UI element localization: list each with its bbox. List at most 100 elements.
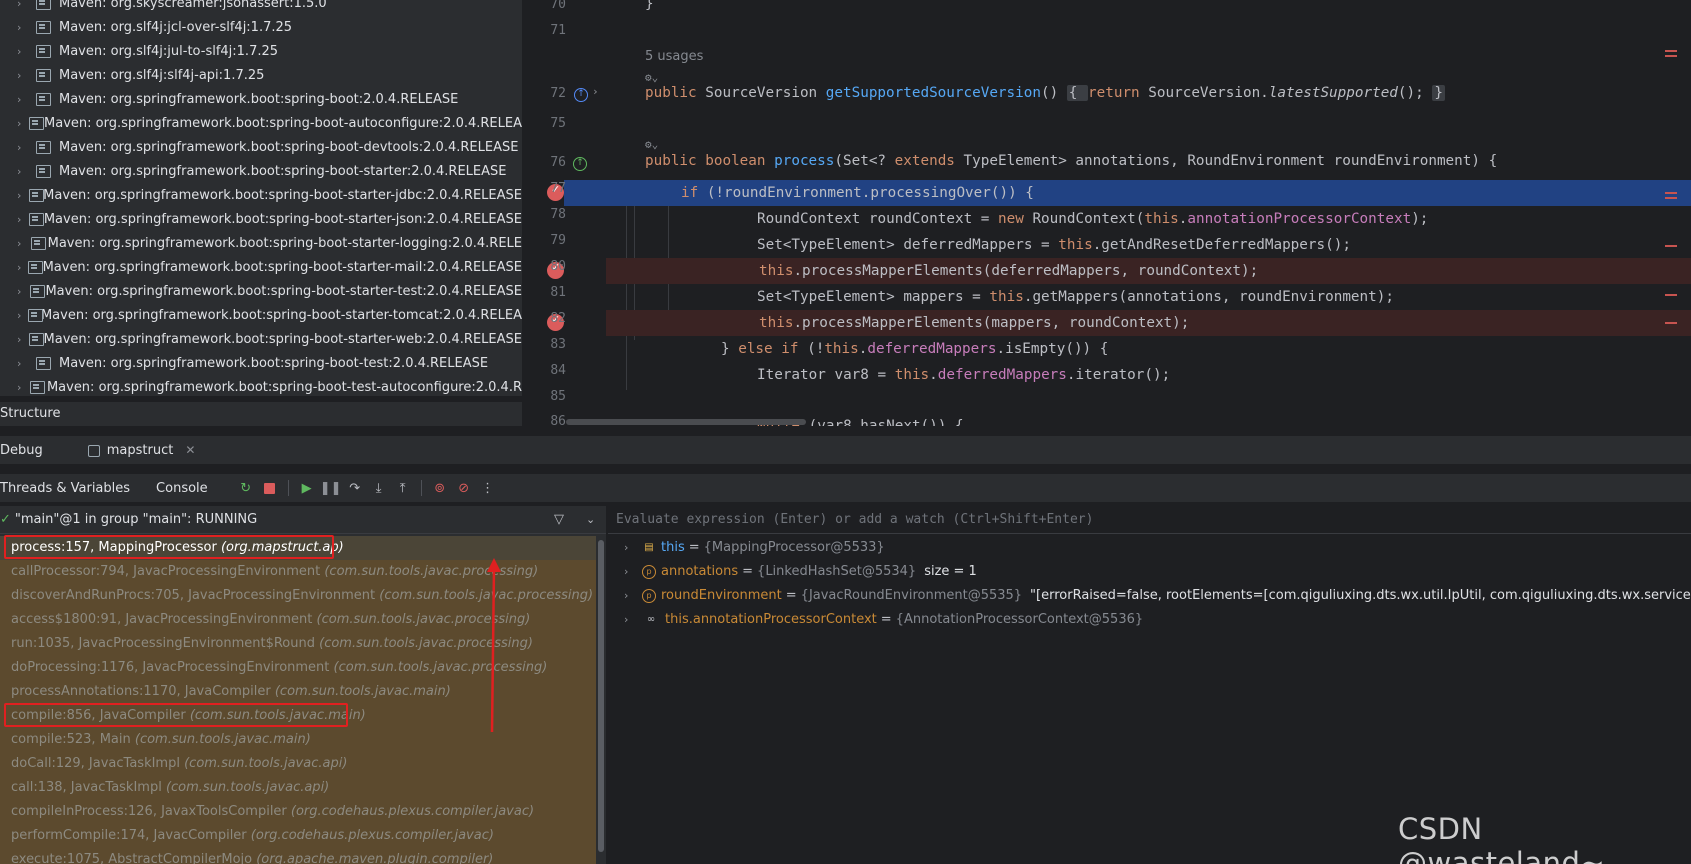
chevron-right-icon[interactable]: › [624,536,638,560]
chevron-right-icon[interactable]: › [17,381,25,394]
structure-panel-header[interactable]: Structure [0,402,522,426]
tree-item-library[interactable]: › Maven: org.springframework.boot:spring-… [0,303,522,327]
tree-item-library[interactable]: › Maven: org.springframework.boot:spring-… [0,351,522,375]
tree-item-library[interactable]: › Maven: org.springframework.boot:spring-… [0,159,522,183]
code-line-82-breakpoint[interactable]: this.processMapperElements(mappers, roun… [606,310,1691,336]
chevron-right-icon[interactable]: › [17,261,23,274]
code-line-72[interactable]: public SourceVersion getSupportedSourceV… [562,80,1691,106]
step-out-icon[interactable]: ⤒ [395,480,411,496]
chevron-right-icon[interactable]: › [17,117,24,130]
code-line-76[interactable]: public boolean process(Set<? extends Typ… [562,148,1691,174]
stack-frame[interactable]: compile:523, Main (com.sun.tools.javac.m… [0,728,596,752]
stack-frame[interactable]: doCall:129, JavacTaskImpl (com.sun.tools… [0,752,596,776]
stack-frame[interactable]: compileInProcess:126, JavaxToolsCompiler… [0,800,596,824]
error-stripe-mark[interactable] [1665,294,1677,296]
editor-horizontal-scrollbar[interactable] [566,419,806,425]
more-options-icon[interactable]: ⋮ [480,480,496,496]
chevron-right-icon[interactable]: › [17,69,31,82]
stack-frame[interactable]: callProcessor:794, JavacProcessingEnviro… [0,560,596,584]
chevron-right-icon[interactable]: › [17,333,24,346]
chevron-right-icon[interactable]: › [624,584,638,608]
filter-icon[interactable]: ▽ [554,512,564,527]
frames-scrollbar[interactable] [596,536,606,864]
pause-icon[interactable]: ❚❚ [320,480,342,496]
step-over-icon[interactable]: ↷ [347,480,363,496]
tree-item-library[interactable]: › Maven: org.springframework.boot:spring-… [0,183,522,207]
thread-selector[interactable]: ✓ "main"@1 in group "main": RUNNING ▽ ⌄ [0,506,606,534]
annotation-highlight-box [4,703,348,727]
error-stripe-mark[interactable] [1665,192,1677,194]
frame-package: (org.apache.maven.plugin.compiler) [256,852,494,864]
variable-row[interactable]: › p annotations = {LinkedHashSet@5534} size =… [608,560,977,584]
chevron-right-icon[interactable]: › [17,309,23,322]
code-line-80-breakpoint[interactable]: this.processMapperElements(deferredMappe… [606,258,1691,284]
tree-item-library[interactable]: › Maven: org.springframework.boot:spring-… [0,207,522,231]
tree-item-library[interactable]: › Maven: org.springframework.boot:spring-… [0,231,522,255]
equals-sign: = [785,588,797,603]
stack-frame[interactable]: access$1800:91, JavacProcessingEnvironme… [0,608,596,632]
tree-item-library[interactable]: › Maven: org.springframework.boot:spring-… [0,135,522,159]
variable-value: {AnnotationProcessorContext@5536} [895,612,1144,627]
tree-item-library[interactable]: › Maven: org.springframework.boot:spring-… [0,327,522,351]
code-line-83[interactable]: } else if (!this.deferredMappers.isEmpty… [562,336,1691,362]
tree-item-library[interactable]: › Maven: org.springframework.boot:spring-… [0,87,522,111]
error-stripe-mark[interactable] [1665,50,1677,52]
stack-frame[interactable]: doProcessing:1176, JavacProcessingEnviro… [0,656,596,680]
variable-row[interactable]: › ∞ this.annotationProcessorContext = {Annot… [608,608,1151,632]
stack-frame[interactable]: processAnnotations:1170, JavaCompiler (c… [0,680,596,704]
tree-item-library[interactable]: › Maven: org.springframework.boot:spring-… [0,375,522,396]
tree-item-library[interactable]: › Maven: org.springframework.boot:spring-… [0,111,522,135]
rerun-icon[interactable]: ↻ [238,480,254,496]
error-stripe-mark[interactable] [1665,322,1677,324]
stack-frame[interactable]: call:138, JavacTaskImpl (com.sun.tools.j… [0,776,596,800]
error-stripe-mark[interactable] [1665,55,1677,57]
tree-item-library[interactable]: › Maven: org.slf4j:jcl-over-slf4j:1.7.25 [0,15,522,39]
code-line-81[interactable]: Set<TypeElement> mappers = this.getMappe… [562,284,1691,310]
close-icon[interactable]: ✕ [185,443,195,457]
code-line-78[interactable]: RoundContext roundContext = new RoundCon… [562,206,1691,232]
resume-icon[interactable]: ▶ [299,480,315,496]
code-line-84[interactable]: Iterator var8 = this.deferredMappers.ite… [562,362,1691,388]
stack-frame[interactable]: execute:1075, AbstractCompilerMojo (org.… [0,848,596,864]
variable-row[interactable]: › ▤ this = {MappingProcessor@5533} [608,536,893,560]
code-line-77-current[interactable]: if (!roundEnvironment.processingOver()) … [564,180,1691,206]
chevron-right-icon[interactable]: › [17,45,31,58]
mute-breakpoints-icon[interactable]: ⊘ [456,480,472,496]
tree-item-library[interactable]: › Maven: org.slf4j:jul-to-slf4j:1.7.25 [0,39,522,63]
variable-row[interactable]: › p roundEnvironment = {JavacRoundEnvironmen… [608,584,1691,608]
chevron-right-icon[interactable]: › [17,189,24,202]
stack-frame[interactable]: run:1035, JavacProcessingEnvironment$Rou… [0,632,596,656]
chevron-right-icon[interactable]: › [17,0,31,10]
evaluate-expression-input[interactable]: Evaluate expression (Enter) or add a wat… [608,506,1691,534]
chevron-right-icon[interactable]: › [17,21,31,34]
stack-frame[interactable]: discoverAndRunProcs:705, JavacProcessing… [0,584,596,608]
session-tab-mapstruct[interactable]: mapstruct ✕ [87,442,195,458]
view-breakpoints-icon[interactable]: ⊚ [432,480,448,496]
step-into-icon[interactable]: ⤓ [371,480,387,496]
chevron-right-icon[interactable]: › [17,165,31,178]
chevron-right-icon[interactable]: › [624,560,638,584]
chevron-right-icon[interactable]: › [624,608,638,632]
session-tab-label: mapstruct [106,442,174,458]
tree-item-library[interactable]: › Maven: org.skyscreamer:jsonassert:1.5.0 [0,0,522,15]
stack-frame[interactable]: performCompile:174, JavacCompiler (org.c… [0,824,596,848]
chevron-right-icon[interactable]: › [17,357,31,370]
chevron-right-icon[interactable]: › [17,93,31,106]
tab-console[interactable]: Console [156,481,208,496]
code-line-79[interactable]: Set<TypeElement> deferredMappers = this.… [562,232,1691,258]
tab-threads-variables[interactable]: Threads & Variables [0,481,130,496]
error-stripe-mark[interactable] [1665,245,1677,247]
chevron-right-icon[interactable]: › [17,213,24,226]
tree-item-library[interactable]: › Maven: org.slf4j:slf4j-api:1.7.25 [0,63,522,87]
chevron-down-icon[interactable]: ⌄ [586,513,595,526]
stop-icon[interactable] [262,480,278,496]
chevron-right-icon[interactable]: › [17,141,31,154]
chevron-right-icon[interactable]: › [17,285,25,298]
code-line-70[interactable]: } [562,0,1691,17]
code-editor[interactable]: 70 } 71 5 usages ⚙⌄ 72 ↑ › public Source… [522,0,1691,426]
tree-item-library[interactable]: › Maven: org.springframework.boot:spring-… [0,279,522,303]
frame-package: (com.sun.tools.javac.main) [274,684,451,699]
chevron-right-icon[interactable]: › [17,237,26,250]
error-stripe-mark[interactable] [1665,197,1677,199]
tree-item-library[interactable]: › Maven: org.springframework.boot:spring-… [0,255,522,279]
